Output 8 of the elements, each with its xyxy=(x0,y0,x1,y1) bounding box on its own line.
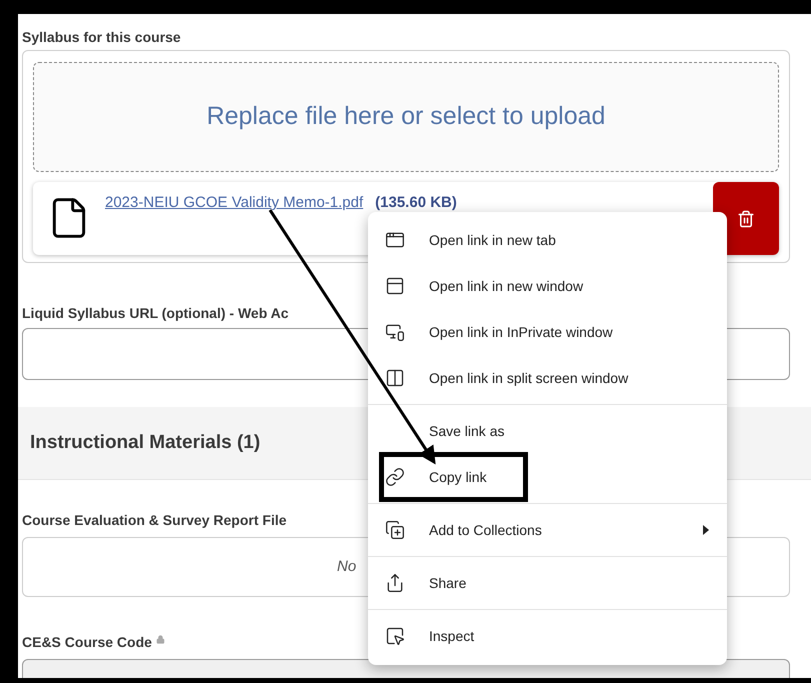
field-label: Course Evaluation & Survey Report File xyxy=(22,511,287,529)
drop-zone-text: Replace file here or select to upload xyxy=(206,101,606,132)
file-size: (135.60 KB) xyxy=(375,193,457,213)
field-label: Liquid Syllabus URL (optional) - Web Ac xyxy=(22,304,289,322)
field-label: Syllabus for this course xyxy=(22,28,181,46)
section-title: Instructional Materials (1) xyxy=(30,430,260,455)
field-label: CE&S Course Code xyxy=(22,633,152,651)
empty-file-text: No xyxy=(337,556,356,577)
